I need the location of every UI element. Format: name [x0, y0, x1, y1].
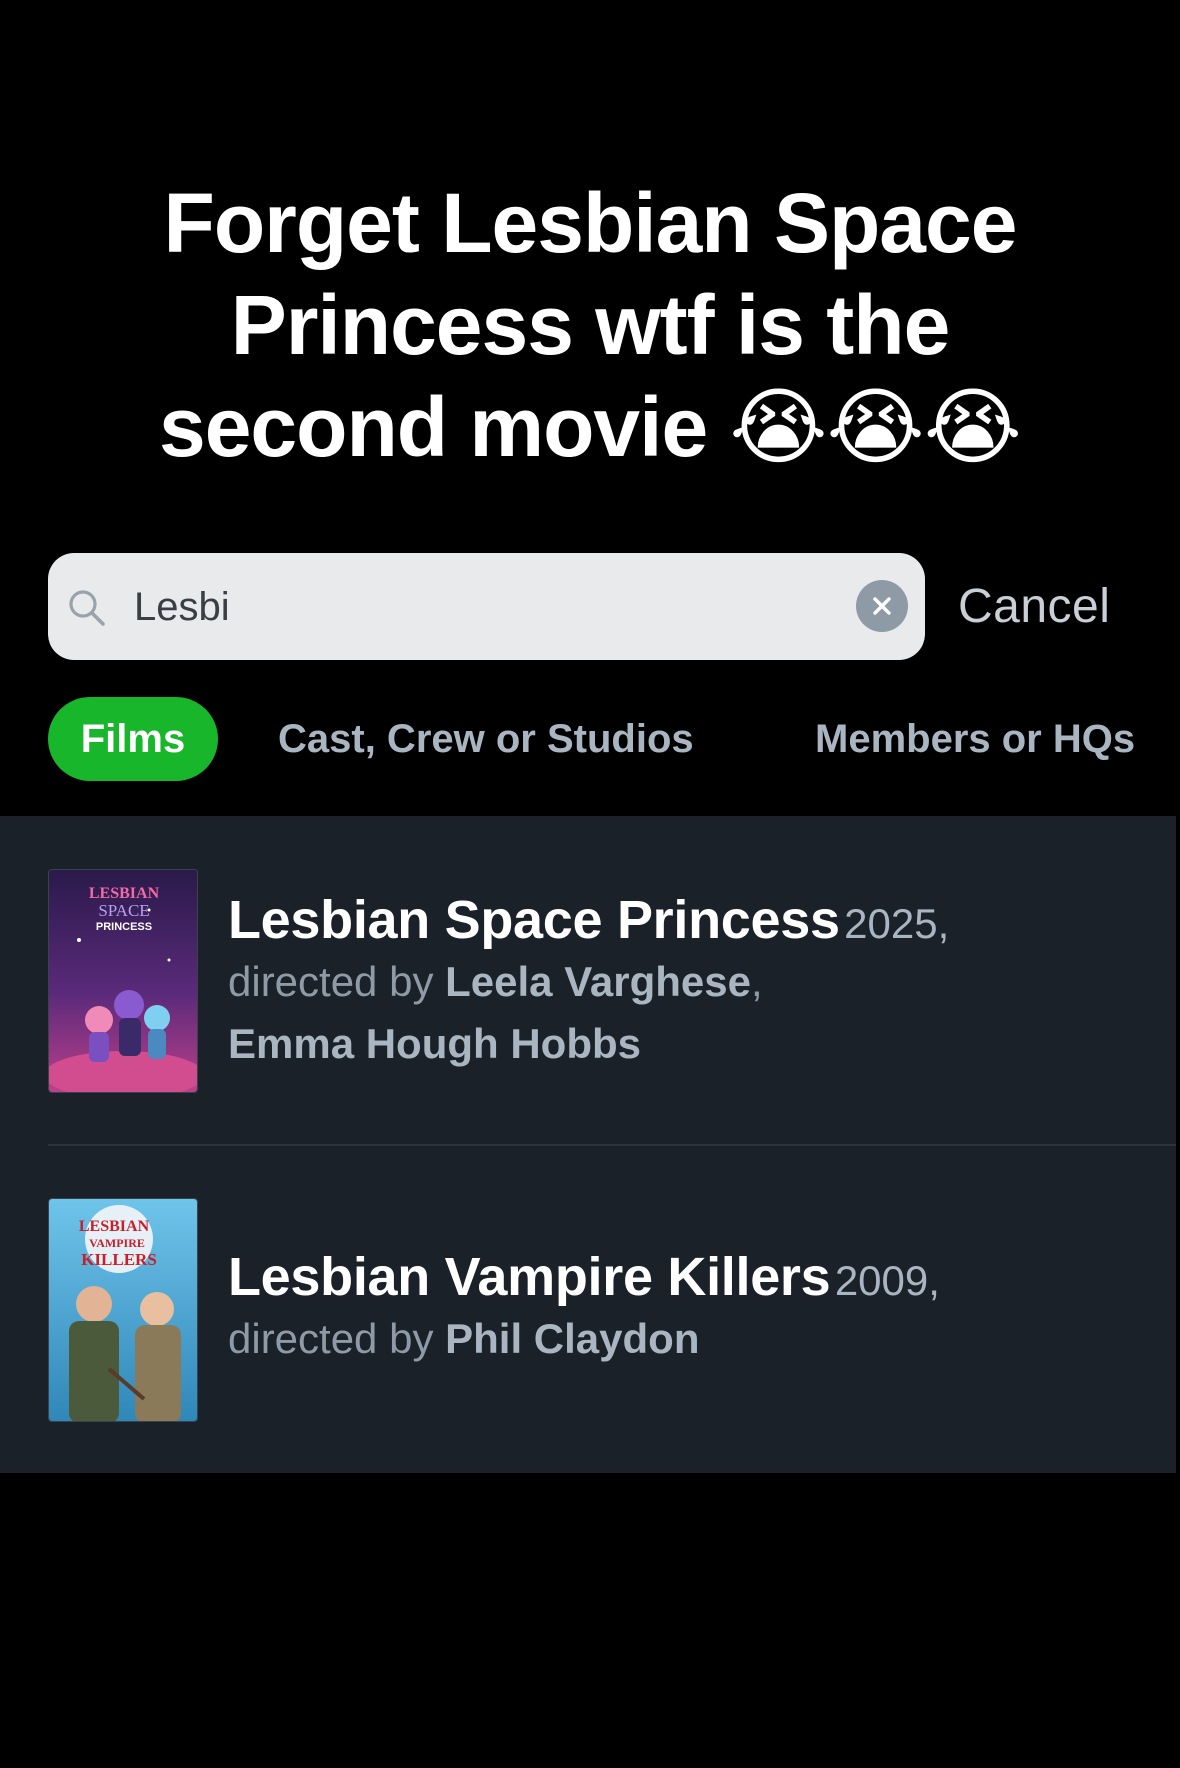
caption-line-2: Princess wtf is the	[230, 278, 951, 372]
poster-title: PRINCESS	[96, 921, 152, 933]
film-info: Lesbian Vampire Killers 2009, directed b…	[228, 1246, 1148, 1370]
clear-search-button[interactable]	[856, 580, 908, 632]
film-year: 2025,	[844, 900, 950, 947]
film-year: 2009,	[834, 1257, 940, 1304]
director-separator: ,	[750, 958, 763, 1005]
poster-title: VAMPIRE	[89, 1236, 145, 1250]
result-item[interactable]: LESBIAN SPACE PRINCESS Lesbian Space Pri…	[48, 869, 1176, 1153]
directed-by-label: directed by	[228, 1315, 434, 1362]
directed-by-line: directed by Leela Varghese,	[228, 951, 1148, 1013]
directed-by-line: directed by Phil Claydon	[228, 1308, 1148, 1370]
result-item[interactable]: LESBIAN VAMPIRE KILLERS Lesbian Vampire …	[48, 1198, 1176, 1438]
director-name[interactable]: Phil Claydon	[445, 1315, 699, 1362]
caption-line-3: second movie 😭😭😭	[159, 380, 1022, 474]
film-title-line: Lesbian Vampire Killers 2009,	[228, 1246, 1148, 1308]
search-bar: Cancel	[48, 553, 1180, 660]
overlay-caption: Forget Lesbian Space Princess wtf is the…	[90, 172, 1090, 478]
director-name[interactable]: Emma Hough Hobbs	[228, 1020, 641, 1067]
tab-members-hqs[interactable]: Members or HQs	[815, 697, 1135, 781]
poster-title: KILLERS	[81, 1250, 157, 1269]
search-field[interactable]	[48, 553, 925, 660]
cancel-button[interactable]: Cancel	[958, 577, 1110, 637]
film-info: Lesbian Space Princess 2025, directed by…	[228, 889, 1148, 1075]
film-title-line: Lesbian Space Princess 2025,	[228, 889, 1148, 951]
poster-title: LESBIAN	[89, 885, 160, 902]
tab-films[interactable]: Films	[48, 697, 218, 781]
page: Forget Lesbian Space Princess wtf is the…	[0, 0, 1180, 1768]
close-icon	[873, 597, 891, 615]
list-divider	[48, 1144, 1176, 1146]
poster-title: SPACE	[98, 901, 149, 920]
film-title[interactable]: Lesbian Space Princess	[228, 890, 840, 950]
film-title[interactable]: Lesbian Vampire Killers	[228, 1247, 831, 1307]
directed-by-label: directed by	[228, 958, 434, 1005]
search-icon	[69, 590, 105, 626]
film-poster: LESBIAN VAMPIRE KILLERS	[48, 1198, 198, 1422]
search-results-list: LESBIAN SPACE PRINCESS Lesbian Space Pri…	[0, 816, 1176, 1473]
search-filter-tabs: Films Cast, Crew or Studios Members or H…	[48, 697, 1180, 781]
tab-cast-crew-studios[interactable]: Cast, Crew or Studios	[278, 697, 694, 781]
directed-by-line-cont: Emma Hough Hobbs	[228, 1013, 1148, 1075]
poster-title: LESBIAN	[79, 1218, 150, 1235]
director-name[interactable]: Leela Varghese	[445, 958, 751, 1005]
search-input[interactable]	[134, 577, 834, 637]
caption-line-1: Forget Lesbian Space	[163, 176, 1018, 270]
film-poster: LESBIAN SPACE PRINCESS	[48, 869, 198, 1093]
